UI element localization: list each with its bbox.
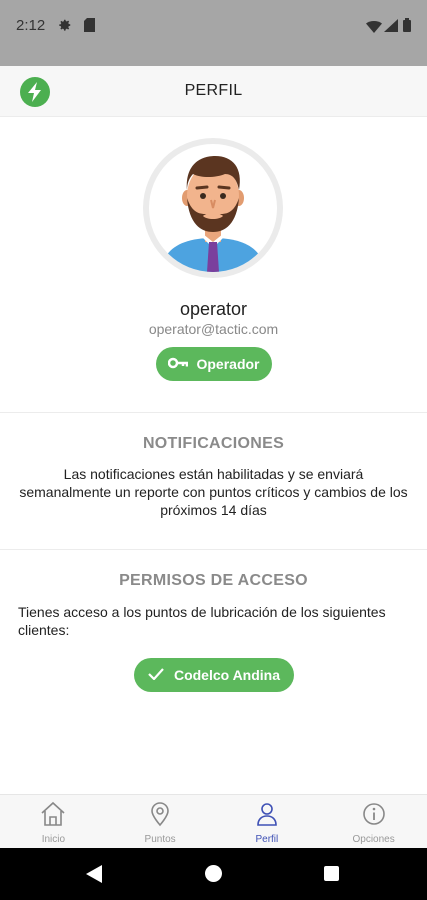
page-title: PERFIL xyxy=(184,82,243,99)
client-badge: Codelco Andina xyxy=(134,658,294,692)
recent-apps-icon[interactable] xyxy=(324,866,339,881)
permissions-text: Tienes acceso a los puntos de lubricació… xyxy=(18,604,386,638)
divider xyxy=(0,412,427,413)
home-icon xyxy=(39,801,67,832)
location-pin-icon xyxy=(148,801,172,832)
nav-label-inicio: Inicio xyxy=(41,834,66,845)
nav-item-inicio[interactable]: Inicio xyxy=(0,795,107,849)
avatar xyxy=(143,138,283,278)
role-badge: Operador xyxy=(156,347,272,381)
bottom-navigation: Inicio Puntos Perfil Opciones xyxy=(0,794,427,849)
back-icon[interactable] xyxy=(86,865,102,888)
person-icon xyxy=(255,801,279,832)
user-email: operator@tactic.com xyxy=(148,321,279,337)
nav-label-perfil: Perfil xyxy=(255,834,279,845)
nav-label-puntos: Puntos xyxy=(144,834,176,845)
settings-gear-icon xyxy=(58,18,72,37)
divider xyxy=(0,549,427,550)
battery-icon xyxy=(403,18,411,37)
status-bar: 2:12 xyxy=(0,0,427,66)
wifi-icon xyxy=(366,20,382,38)
home-circle-icon[interactable] xyxy=(205,865,222,882)
man-avatar-icon xyxy=(149,144,277,272)
sd-card-icon xyxy=(84,18,95,37)
username: operator xyxy=(179,299,248,319)
nav-item-puntos[interactable]: Puntos xyxy=(107,795,214,849)
key-icon xyxy=(168,356,189,372)
system-navigation-bar xyxy=(0,848,427,900)
nav-item-perfil[interactable]: Perfil xyxy=(214,795,321,849)
nav-item-opciones[interactable]: Opciones xyxy=(320,795,427,849)
notifications-text: Las notificaciones están habilitadas y s… xyxy=(19,466,408,518)
client-label: Codelco Andina xyxy=(173,667,281,683)
check-icon xyxy=(148,667,164,683)
permissions-title: PERMISOS DE ACCESO xyxy=(119,572,308,589)
nav-label-opciones: Opciones xyxy=(352,834,395,845)
app-bar: PERFIL xyxy=(0,66,427,117)
notifications-title: NOTIFICACIONES xyxy=(142,435,285,452)
info-circle-icon xyxy=(361,801,387,832)
signal-icon xyxy=(384,19,398,37)
role-label: Operador xyxy=(196,356,260,372)
status-time: 2:12 xyxy=(16,17,46,34)
